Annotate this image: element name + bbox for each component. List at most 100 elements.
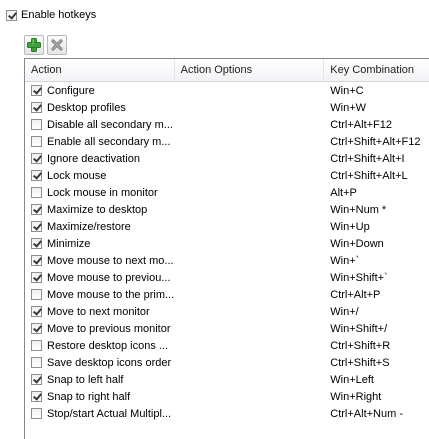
row-checkbox[interactable] [31,306,42,317]
action-label: Ignore deactivation [47,152,140,165]
action-label: Save desktop icons order [47,356,172,369]
action-cell: Configure [25,85,175,97]
plus-icon [27,38,41,52]
action-cell: Move to previous monitor [25,323,175,335]
list-item[interactable]: Minimize Win+Down [25,235,429,252]
list-item[interactable]: Move mouse to the prim... Ctrl+Alt+P [25,286,429,303]
row-checkbox[interactable] [31,255,42,266]
key-combination-cell: Ctrl+Alt+Num - [330,407,404,420]
row-checkbox[interactable] [31,187,42,198]
column-header-action-options[interactable]: Action Options [175,59,325,81]
row-checkbox[interactable] [31,340,42,351]
action-cell: Save desktop icons order [25,357,175,369]
key-combination-cell: Alt+P [330,186,357,199]
key-combination-cell: Win+Up [330,220,370,233]
action-cell: Disable all secondary m... [25,119,175,131]
action-cell: Ignore deactivation [25,153,175,165]
key-combination-cell: Win+Down [330,237,384,250]
action-cell: Move mouse to previou... [25,272,175,284]
row-checkbox[interactable] [31,221,42,232]
action-label: Maximize to desktop [47,203,148,216]
key-combination-cell: Win+W [330,101,367,114]
action-label: Restore desktop icons ... [47,339,169,352]
row-checkbox[interactable] [31,374,42,385]
list-item[interactable]: Lock mouse Ctrl+Shift+Alt+L [25,167,429,184]
action-cell: Maximize to desktop [25,204,175,216]
key-combination-cell: Win+C [330,84,364,97]
action-label: Move mouse to previou... [47,271,171,284]
action-label: Move mouse to the prim... [47,288,175,301]
list-item[interactable]: Maximize to desktop Win+Num * [25,201,429,218]
key-combination-cell: Ctrl+Shift+Alt+L [330,169,408,182]
key-combination-cell: Ctrl+Shift+R [330,339,391,352]
list-item[interactable]: Snap to left half Win+Left [25,371,429,388]
action-label: Lock mouse in monitor [47,186,158,199]
list-item[interactable]: Maximize/restore Win+Up [25,218,429,235]
action-label: Snap to right half [47,390,131,403]
row-checkbox[interactable] [31,289,42,300]
action-cell: Move mouse to next mo... [25,255,175,267]
list-body: Configure Win+C Desktop profiles Win+W Disab… [25,82,429,422]
enable-hotkeys-box[interactable] [6,9,17,21]
list-item[interactable]: Enable all secondary m... Ctrl+Shift+Alt+… [25,133,429,150]
action-label: Move mouse to next mo... [47,254,174,267]
action-label: Minimize [47,237,91,250]
action-cell: Lock mouse in monitor [25,187,175,199]
action-label: Disable all secondary m... [47,118,173,131]
list-item[interactable]: Move to next monitor Win+/ [25,303,429,320]
row-checkbox[interactable] [31,357,42,368]
action-label: Lock mouse [47,169,107,182]
action-label: Stop/start Actual Multipl... [47,407,172,420]
list-item[interactable]: Lock mouse in monitor Alt+P [25,184,429,201]
remove-hotkey-button[interactable] [47,35,67,55]
enable-hotkeys-checkbox[interactable]: Enable hotkeys [6,9,96,21]
hotkeys-list[interactable]: Action Action Options Key Combination Co… [24,58,429,439]
action-cell: Restore desktop icons ... [25,340,175,352]
key-combination-cell: Ctrl+Alt+P [330,288,381,301]
action-label: Move to previous monitor [47,322,171,335]
list-item[interactable]: Restore desktop icons ... Ctrl+Shift+R [25,337,429,354]
key-combination-cell: Win+Right [330,390,382,403]
list-item[interactable]: Move to previous monitor Win+Shift+/ [25,320,429,337]
list-item[interactable]: Disable all secondary m... Ctrl+Alt+F12 [25,116,429,133]
row-checkbox[interactable] [31,391,42,402]
row-checkbox[interactable] [31,102,42,113]
list-item[interactable]: Save desktop icons order Ctrl+Shift+S [25,354,429,371]
row-checkbox[interactable] [31,170,42,181]
list-item[interactable]: Snap to right half Win+Right [25,388,429,405]
action-cell: Snap to right half [25,391,175,403]
enable-hotkeys-label: Enable hotkeys [21,9,97,21]
row-checkbox[interactable] [31,204,42,215]
action-cell: Stop/start Actual Multipl... [25,408,175,420]
column-header-key-combination[interactable]: Key Combination [324,59,429,81]
action-cell: Move to next monitor [25,306,175,318]
key-combination-cell: Win+Left [330,373,374,386]
row-checkbox[interactable] [31,272,42,283]
list-item[interactable]: Move mouse to previou... Win+Shift+` [25,269,429,286]
row-checkbox[interactable] [31,323,42,334]
delete-x-icon [51,39,63,51]
action-cell: Maximize/restore [25,221,175,233]
key-combination-cell: Ctrl+Shift+S [330,356,390,369]
row-checkbox[interactable] [31,238,42,249]
list-item[interactable]: Move mouse to next mo... Win+` [25,252,429,269]
row-checkbox[interactable] [31,119,42,130]
action-label: Enable all secondary m... [47,135,171,148]
action-cell: Enable all secondary m... [25,136,175,148]
row-checkbox[interactable] [31,153,42,164]
column-header-action[interactable]: Action [25,59,175,81]
list-header: Action Action Options Key Combination [25,59,429,82]
action-cell: Snap to left half [25,374,175,386]
action-label: Configure [47,84,95,97]
list-item[interactable]: Stop/start Actual Multipl... Ctrl+Alt+Num… [25,405,429,422]
list-item[interactable]: Configure Win+C [25,82,429,99]
row-checkbox[interactable] [31,136,42,147]
list-item[interactable]: Ignore deactivation Ctrl+Shift+Alt+I [25,150,429,167]
row-checkbox[interactable] [31,408,42,419]
action-cell: Lock mouse [25,170,175,182]
row-checkbox[interactable] [31,85,42,96]
add-hotkey-button[interactable] [24,35,44,55]
toolbar [24,35,67,55]
list-item[interactable]: Desktop profiles Win+W [25,99,429,116]
key-combination-cell: Ctrl+Shift+Alt+I [330,152,405,165]
